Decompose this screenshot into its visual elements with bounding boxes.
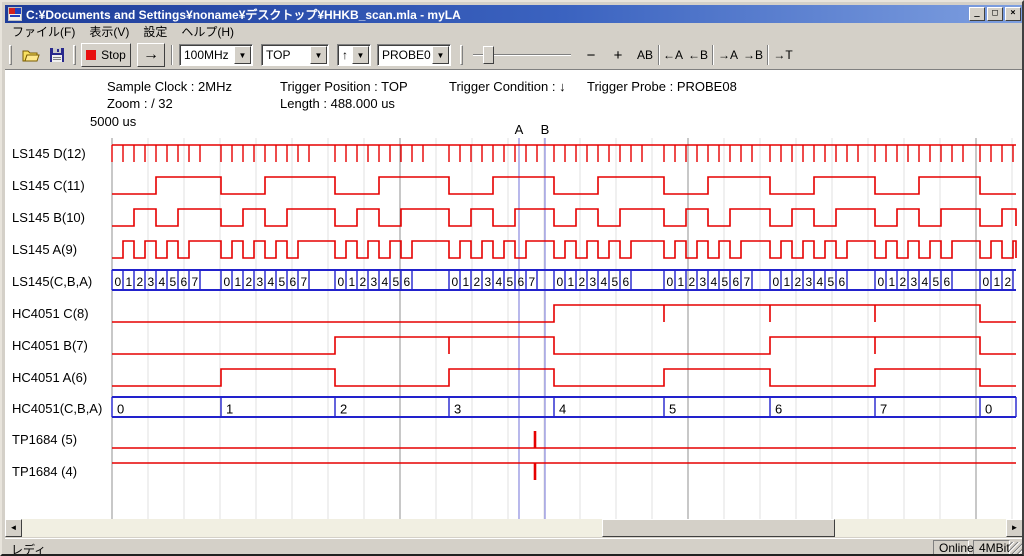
dropdown-arrow-icon[interactable]: ▼ [432,46,449,64]
run-button[interactable]: → [137,43,165,67]
dropdown-arrow-icon[interactable]: ▼ [352,46,369,64]
scrollbar-thumb[interactable] [602,519,835,537]
probe-combo[interactable]: PROBE00 ▼ [377,44,451,66]
menu-bar: ファイル(F) 表示(V) 設定 ヘルプ(H) [5,23,1023,40]
dropdown-arrow-icon[interactable]: ▼ [234,46,251,64]
stop-button[interactable]: Stop [81,43,131,67]
status-bar: レディ Online 4MBit [5,538,1023,555]
close-button[interactable]: × [1005,7,1021,21]
run-arrow-icon: → [143,46,159,64]
toolbar-separator [658,45,660,65]
trigger-condition-label: Trigger Condition : ↓ [449,79,566,94]
clock-combo[interactable]: 100MHz ▼ [179,44,253,66]
trigger-position-combo-value: TOP [262,48,309,62]
app-icon [8,7,22,21]
stop-label: Stop [101,48,126,62]
status-online-badge: Online [933,540,969,555]
save-button[interactable] [45,43,69,67]
left-arrow-b-icon: ←B [688,48,708,62]
window-title: C:¥Documents and Settings¥noname¥デスクトップ¥… [26,6,967,23]
scroll-right-button[interactable]: ► [1006,519,1023,537]
probe-combo-value: PROBE00 [378,48,431,62]
sample-clock-label: Sample Clock : 2MHz [107,79,232,94]
title-bar: C:¥Documents and Settings¥noname¥デスクトップ¥… [5,5,1023,23]
right-arrow-a-icon: →A [718,48,738,62]
toolbar-separator [767,45,769,65]
left-arrow-a-icon: ←A [663,48,683,62]
open-folder-icon [22,48,40,62]
scroll-left-button[interactable]: ◄ [5,519,22,537]
trigger-position-combo[interactable]: TOP ▼ [261,44,329,66]
status-ready-text: レディ [11,541,46,556]
goto-b-left-button[interactable]: ←B [686,43,710,67]
zoom-slider-handle[interactable] [483,46,494,64]
goto-a-right-button[interactable]: →A [716,43,740,67]
toolbar-separator [712,45,714,65]
right-arrow-t-icon: →T [773,48,792,62]
app-window: C:¥Documents and Settings¥noname¥デスクトップ¥… [0,0,1024,556]
zoom-out-button[interactable]: − [580,43,602,67]
toolbar-grip [9,45,12,65]
save-floppy-icon [50,48,64,62]
ab-label: AB [637,48,653,62]
edge-combo-value: ↑ [338,48,351,62]
goto-trigger-button[interactable]: →T [771,43,795,67]
toolbar-grip [460,45,463,65]
menu-item-view[interactable]: 表示(V) [82,22,136,41]
goto-a-left-button[interactable]: ←A [661,43,685,67]
maximize-button[interactable]: □ [987,7,1003,21]
toolbar: Stop → 100MHz ▼ TOP ▼ ↑ ▼ PROBE00 ▼ − + [5,40,1023,70]
menu-item-file[interactable]: ファイル(F) [5,22,82,41]
goto-b-right-button[interactable]: →B [741,43,765,67]
toolbar-separator [171,45,173,65]
stop-square-icon [86,50,96,60]
plus-icon: + [614,47,623,64]
waveform-client-area [5,71,1023,519]
dropdown-arrow-icon[interactable]: ▼ [310,46,327,64]
trigger-position-label: Trigger Position : TOP [280,79,408,94]
right-arrow-b-icon: →B [743,48,763,62]
open-button[interactable] [19,43,43,67]
zoom-label: Zoom : / 32 [107,96,173,111]
edge-combo[interactable]: ↑ ▼ [337,44,371,66]
status-memory-badge: 4MBit [973,540,1010,555]
trigger-probe-label: Trigger Probe : PROBE08 [587,79,737,94]
toolbar-grip [73,45,76,65]
minimize-button[interactable]: _ [969,7,985,21]
minus-icon: − [587,47,596,64]
length-label: Length : 488.000 us [280,96,395,111]
horizontal-scrollbar[interactable]: ◄ ► [5,519,1023,537]
resize-grip[interactable] [1009,542,1022,555]
ab-button[interactable]: AB [633,43,657,67]
menu-item-help[interactable]: ヘルプ(H) [174,22,241,41]
menu-item-settings[interactable]: 設定 [136,22,174,41]
zoom-in-button[interactable]: + [607,43,629,67]
clock-combo-value: 100MHz [180,48,233,62]
